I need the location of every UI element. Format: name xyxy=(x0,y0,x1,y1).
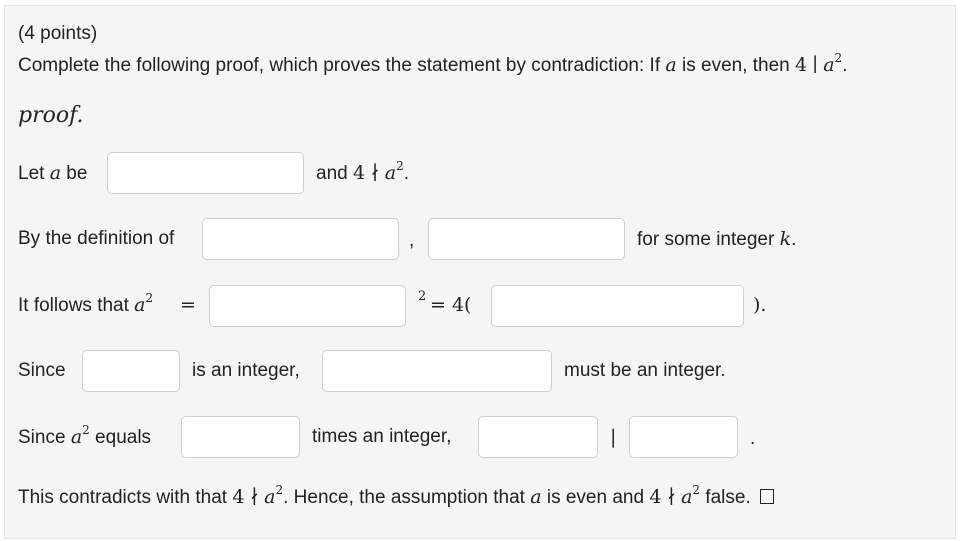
line1-prefix: Let a be xyxy=(18,162,88,184)
line5-times: times an integer, xyxy=(312,426,452,447)
line5-divides-bar: | xyxy=(610,426,617,448)
question-prompt: Complete the following proof, which prov… xyxy=(18,51,848,76)
qed-square-icon xyxy=(760,489,775,504)
line5-end: . xyxy=(750,428,756,449)
line4-is-integer: is an integer, xyxy=(192,360,300,381)
line2-comma: , xyxy=(409,230,415,251)
answer-box-4[interactable] xyxy=(209,285,406,327)
answer-box-2[interactable] xyxy=(202,218,399,260)
line2-suffix: for some integer k. xyxy=(637,228,797,250)
answer-box-6[interactable] xyxy=(82,350,180,392)
line3-equals: = xyxy=(180,294,196,316)
line5-prefix: Since a2 equals xyxy=(18,423,152,448)
answer-box-1[interactable] xyxy=(107,152,304,194)
question-panel xyxy=(4,5,956,539)
line2-prefix: By the definition of xyxy=(18,228,175,249)
answer-box-9[interactable] xyxy=(478,416,598,458)
answer-box-10[interactable] xyxy=(629,416,738,458)
answer-box-8[interactable] xyxy=(181,416,300,458)
answer-box-7[interactable] xyxy=(322,350,552,392)
answer-box-3[interactable] xyxy=(428,218,625,260)
line3-equals-four: = 4( xyxy=(430,294,472,316)
conclusion-text: This contradicts with that 4 ∤ a2. Hence… xyxy=(18,484,775,510)
line4-since: Since xyxy=(18,360,66,381)
line3-prefix: It follows that a2 xyxy=(18,291,154,316)
line4-must-be: must be an integer. xyxy=(564,360,726,381)
proof-label: proof. xyxy=(18,103,84,128)
answer-box-5[interactable] xyxy=(491,285,744,327)
line3-close: ). xyxy=(753,294,767,316)
points-label: (4 points) xyxy=(18,23,98,44)
line3-square-exponent: 2 xyxy=(418,289,427,304)
line1-suffix: and 4 ∤ a2. xyxy=(316,159,409,184)
